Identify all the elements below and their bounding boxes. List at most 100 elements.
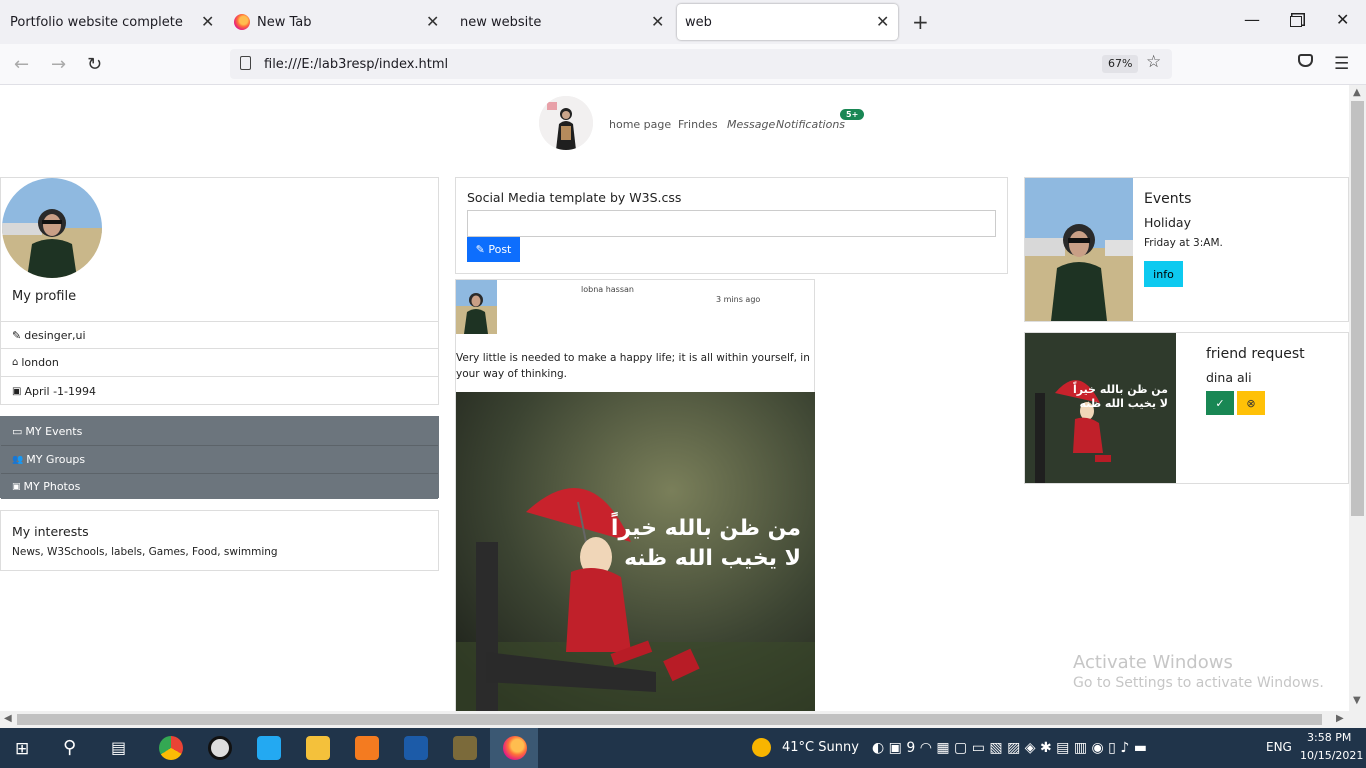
sun-icon <box>752 738 771 757</box>
close-tab-icon[interactable]: ✕ <box>426 12 439 31</box>
scroll-down-icon[interactable]: ▼ <box>1353 695 1361 706</box>
tab-web[interactable]: web ✕ <box>677 4 898 40</box>
tab-new-tab[interactable]: New Tab ✕ <box>224 0 446 44</box>
accept-button[interactable]: ✓ <box>1206 391 1234 415</box>
chrome-icon[interactable] <box>159 736 183 760</box>
events-image <box>1025 178 1133 321</box>
powershell-icon[interactable] <box>404 736 428 760</box>
back-icon[interactable]: ← <box>14 54 29 75</box>
info-button[interactable]: info <box>1144 261 1183 287</box>
interests-title: My interests <box>12 524 89 539</box>
image-caption-line1: من ظن بالله خيراً <box>610 516 801 541</box>
my-events-button[interactable]: ▭ MY Events <box>1 417 438 445</box>
tab-title: Portfolio website complete <box>10 15 183 30</box>
my-photos-label: MY Photos <box>23 480 81 493</box>
scroll-left-icon[interactable]: ◀ <box>4 713 12 724</box>
bookmark-star-icon[interactable]: ☆ <box>1146 52 1161 72</box>
language-indicator[interactable]: ENG <box>1266 740 1292 754</box>
clock-date[interactable]: 10/15/2021 <box>1300 749 1363 762</box>
my-photos-button[interactable]: ▣ MY Photos <box>1 473 438 499</box>
nav-home-link[interactable]: home page <box>609 118 671 131</box>
profile-job-row: ✎ desinger,ui <box>1 321 438 349</box>
activate-windows-watermark: Activate Windows Go to Settings to activ… <box>1073 652 1324 691</box>
xampp-icon[interactable] <box>355 736 379 760</box>
notification-badge: 5+ <box>840 109 865 120</box>
url-text[interactable]: file:///E:/lab3resp/index.html <box>264 57 448 72</box>
close-tab-icon[interactable]: ✕ <box>876 12 889 31</box>
calendar-icon: ▭ <box>12 424 23 438</box>
home-icon: ⌂ <box>12 357 19 368</box>
new-tab-icon[interactable]: + <box>912 10 929 34</box>
post-button[interactable]: ✎ Post <box>467 237 520 262</box>
interests-list: News, W3Schools, labels, Games, Food, sw… <box>12 546 278 558</box>
friend-request-card: من ظن بالله خيراً لا يخيب الله ظنه frien… <box>1024 332 1349 484</box>
nav-notifications-link[interactable]: Notifications <box>776 118 845 131</box>
my-events-label: MY Events <box>25 424 83 438</box>
profile-card: My profile ✎ desinger,ui ⌂ london ▣ April -… <box>0 177 439 405</box>
decline-button[interactable]: ⊗ <box>1237 391 1265 415</box>
users-icon: 👥 <box>12 454 24 465</box>
start-icon[interactable]: ⊞ <box>15 739 29 759</box>
task-view-icon[interactable]: ▤ <box>111 738 126 757</box>
gift-icon: ▣ <box>12 385 22 397</box>
post-author: lobna hassan <box>581 285 634 294</box>
clock-time[interactable]: 3:58 PM <box>1307 731 1351 744</box>
firefox-taskbar-icon[interactable] <box>503 736 527 760</box>
pencil-icon: ✎ <box>12 329 22 342</box>
restore-icon[interactable] <box>1290 16 1302 27</box>
composer-title: Social Media template by W3S.css <box>467 190 682 205</box>
photo-icon: ▣ <box>12 481 21 492</box>
zoom-level[interactable]: 67% <box>1102 55 1139 73</box>
tab-new-website[interactable]: new website ✕ <box>450 0 672 44</box>
menu-card: ▭ MY Events 👥 MY Groups ▣ MY Photos <box>0 416 439 499</box>
weather-text[interactable]: 41°C Sunny <box>782 740 859 755</box>
tray-icons[interactable]: ◐ ▣ 9 ◠ ▦ ▢ ▭ ▧ ▨ ◈ ✱ ▤ ▥ ◉ ▯ ♪ ▬ <box>872 740 1147 756</box>
minimize-icon[interactable]: — <box>1244 10 1260 29</box>
interests-card: My interests News, W3Schools, labels, Ga… <box>0 510 439 571</box>
navigation-bar: ← → ↻ file:///E:/lab3resp/index.html 67%… <box>0 44 1366 85</box>
tab-bar: Portfolio website complete ✕ New Tab ✕ n… <box>0 0 1366 44</box>
file-explorer-icon[interactable] <box>306 736 330 760</box>
obs-icon[interactable] <box>208 736 232 760</box>
my-groups-button[interactable]: 👥 MY Groups <box>1 445 438 473</box>
event-time: Friday at 3:AM. <box>1144 237 1223 249</box>
composer-card: Social Media template by W3S.css ✎ Post <box>455 177 1008 274</box>
friend-request-name: dina ali <box>1206 370 1252 385</box>
avatar-image <box>539 96 593 150</box>
scroll-up-icon[interactable]: ▲ <box>1353 87 1361 98</box>
avatar[interactable] <box>539 96 593 150</box>
vertical-scrollbar[interactable]: ▲ ▼ <box>1349 85 1366 711</box>
address-bar[interactable]: file:///E:/lab3resp/index.html 67% ☆ <box>230 49 1172 79</box>
nav-message-link[interactable]: Message <box>727 118 775 131</box>
pencil-icon: ✎ <box>475 243 485 256</box>
profile-photo <box>2 178 102 278</box>
image-caption-line1: من ظن بالله خيراً <box>1072 383 1168 396</box>
menu-icon[interactable]: ☰ <box>1334 54 1349 74</box>
status-input[interactable] <box>467 210 996 237</box>
pocket-icon[interactable] <box>1298 54 1313 67</box>
nav-friends-link[interactable]: Frindes <box>678 118 718 131</box>
vscode-icon[interactable] <box>257 736 281 760</box>
search-icon[interactable]: ⚲ <box>63 737 76 758</box>
tab-portfolio[interactable]: Portfolio website complete ✕ <box>0 0 222 44</box>
close-tab-icon[interactable]: ✕ <box>651 12 664 31</box>
forward-icon[interactable]: → <box>51 54 66 75</box>
horizontal-scrollbar[interactable]: ◀ ▶ <box>0 711 1366 728</box>
profile-city-row: ⌂ london <box>1 348 438 376</box>
post-author-avatar[interactable] <box>456 280 497 334</box>
media-icon[interactable] <box>453 736 477 760</box>
vertical-scroll-thumb[interactable] <box>1351 101 1364 516</box>
post-text: Very little is needed to make a happy li… <box>456 352 810 380</box>
post-card: lobna hassan 3 mins ago Very little is n… <box>455 279 815 711</box>
post-image[interactable]: من ظن بالله خيراً لا يخيب الله ظنه <box>456 392 815 711</box>
scroll-right-icon[interactable]: ▶ <box>1336 713 1344 724</box>
reload-icon[interactable]: ↻ <box>87 54 102 75</box>
page-icon <box>240 56 251 70</box>
horizontal-scroll-thumb[interactable] <box>17 714 1322 725</box>
profile-birthday-row: ▣ April -1-1994 <box>1 376 438 405</box>
post-button-label: Post <box>488 243 512 256</box>
post-time: 3 mins ago <box>716 295 761 304</box>
image-caption-line2: لا يخيب الله ظنه <box>1079 397 1168 410</box>
close-tab-icon[interactable]: ✕ <box>201 12 214 31</box>
window-close-icon[interactable]: ✕ <box>1336 10 1349 29</box>
